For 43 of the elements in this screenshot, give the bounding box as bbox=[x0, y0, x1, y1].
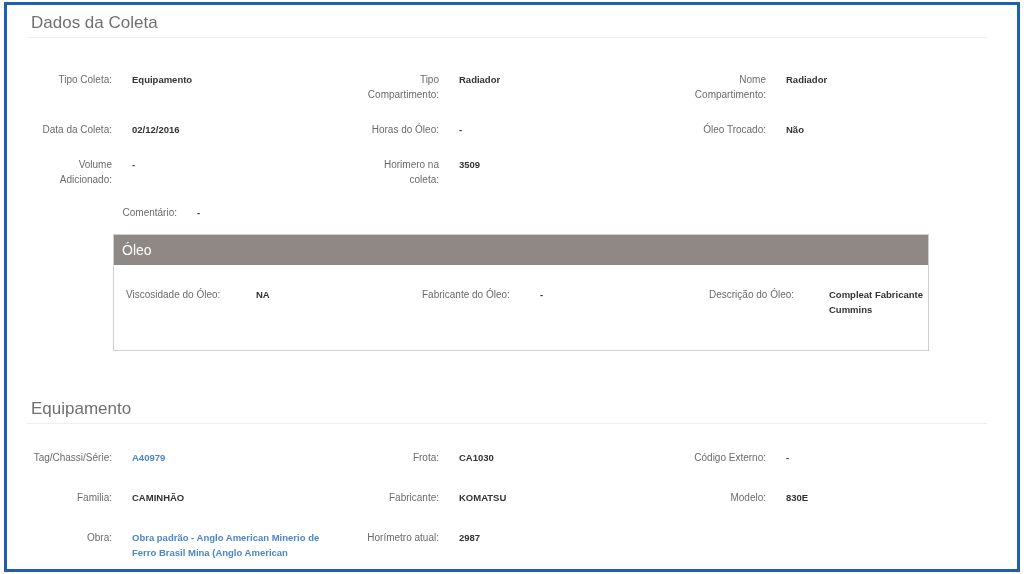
field-value: CAMINHÃO bbox=[132, 491, 186, 505]
field-value: CA1030 bbox=[459, 451, 495, 465]
field-value: NA bbox=[256, 288, 271, 302]
field-label: Volume Adicionado: bbox=[58, 158, 112, 187]
field-value: - bbox=[197, 206, 201, 220]
panel-header: Óleo bbox=[114, 235, 928, 265]
field-label: Horimero na coleta: bbox=[382, 158, 439, 187]
field-label: Modelo: bbox=[729, 491, 766, 505]
field-label: Horímetro atual: bbox=[366, 531, 439, 545]
field-label: Nome Compartimento: bbox=[693, 73, 766, 102]
field-value: 2987 bbox=[459, 531, 482, 545]
field-value: Equipamento bbox=[132, 73, 194, 87]
field-label: Viscosidade do Óleo: bbox=[126, 287, 222, 302]
field-label: Tag/Chassi/Série: bbox=[32, 451, 112, 465]
field-value: 3509 bbox=[459, 158, 482, 172]
field-label: Obra: bbox=[86, 531, 112, 545]
field-value: Radiador bbox=[786, 73, 829, 87]
field-value: 830E bbox=[786, 491, 810, 505]
field-value: Não bbox=[786, 123, 805, 137]
field-label: Tipo Coleta: bbox=[57, 73, 112, 87]
field-label: Familia: bbox=[76, 491, 112, 505]
section-title: Equipamento bbox=[27, 391, 987, 424]
field-label: Óleo Trocado: bbox=[702, 122, 766, 137]
field-link[interactable]: A40979 bbox=[132, 450, 334, 465]
field-value: - bbox=[459, 123, 464, 137]
field-value: - bbox=[132, 158, 137, 172]
field-label: Horas do Óleo: bbox=[370, 122, 439, 137]
field-label: Comentário: bbox=[121, 206, 177, 220]
field-label: Descrição do Óleo: bbox=[709, 287, 796, 302]
field-value: Radiador bbox=[459, 73, 502, 87]
field-value: 02/12/2016 bbox=[132, 123, 181, 137]
field-label: Tipo Compartimento: bbox=[366, 73, 439, 102]
field-value: KOMATSU bbox=[459, 491, 508, 505]
field-link[interactable]: Obra padrão - Anglo American Minerio de Ferro Brasil Mina (Anglo American bbox=[132, 530, 334, 560]
field-label: Fabricante do Óleo: bbox=[422, 287, 511, 302]
field-value: Compleat Fabricante Cummins bbox=[829, 288, 924, 317]
field-label: Data da Coleta: bbox=[41, 123, 112, 137]
field-value: - bbox=[786, 451, 791, 465]
section-title: Dados da Coleta bbox=[27, 5, 987, 38]
field-label: Frota: bbox=[411, 451, 439, 465]
field-label: Código Externo: bbox=[693, 451, 766, 465]
field-label: Fabricante: bbox=[387, 491, 439, 505]
field-value: - bbox=[540, 288, 545, 302]
